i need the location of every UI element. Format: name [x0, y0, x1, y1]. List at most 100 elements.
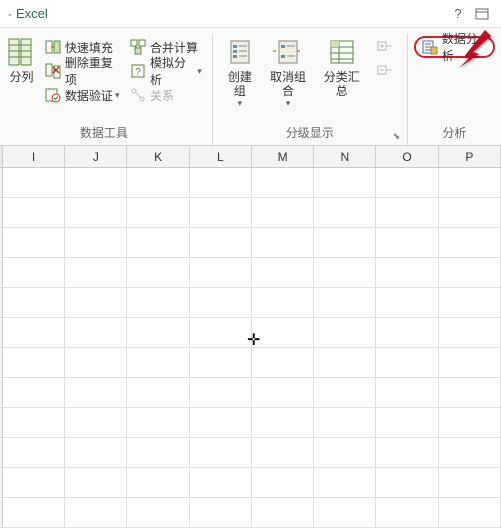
cell[interactable]: [376, 348, 438, 378]
cell[interactable]: [127, 258, 189, 288]
cell[interactable]: [65, 258, 127, 288]
cell[interactable]: [3, 288, 65, 318]
cell[interactable]: [376, 228, 438, 258]
cell[interactable]: [190, 318, 252, 348]
cell[interactable]: [439, 258, 501, 288]
col-header[interactable]: K: [127, 146, 189, 167]
cell[interactable]: [376, 198, 438, 228]
cell[interactable]: [252, 408, 314, 438]
cell[interactable]: [439, 198, 501, 228]
cell[interactable]: [439, 318, 501, 348]
cell[interactable]: [314, 288, 376, 318]
cell[interactable]: [439, 168, 501, 198]
text-to-columns-button[interactable]: 分列: [2, 34, 41, 86]
cell[interactable]: [376, 258, 438, 288]
cell[interactable]: [127, 378, 189, 408]
cell[interactable]: [65, 408, 127, 438]
cell[interactable]: [252, 198, 314, 228]
cell[interactable]: [190, 288, 252, 318]
cell[interactable]: [314, 408, 376, 438]
col-header[interactable]: N: [314, 146, 376, 167]
cell[interactable]: [190, 228, 252, 258]
col-header[interactable]: L: [190, 146, 252, 167]
cell[interactable]: [3, 408, 65, 438]
cell[interactable]: [439, 498, 501, 528]
cell[interactable]: [314, 318, 376, 348]
cell[interactable]: [65, 228, 127, 258]
ungroup-button[interactable]: 取消组合 ▾: [261, 34, 315, 111]
cell[interactable]: [252, 348, 314, 378]
cell[interactable]: [314, 378, 376, 408]
cell[interactable]: [314, 168, 376, 198]
cell[interactable]: [65, 378, 127, 408]
cell[interactable]: [127, 198, 189, 228]
cell[interactable]: [3, 468, 65, 498]
create-group-button[interactable]: 创建组 ▾: [219, 34, 261, 111]
cell[interactable]: [127, 318, 189, 348]
cell[interactable]: [127, 468, 189, 498]
cell[interactable]: [3, 168, 65, 198]
cell[interactable]: [376, 288, 438, 318]
cell[interactable]: [127, 228, 189, 258]
cell[interactable]: [190, 498, 252, 528]
cell[interactable]: [190, 258, 252, 288]
cell-grid[interactable]: [0, 168, 501, 528]
dialog-launcher-icon[interactable]: ⬊: [393, 131, 403, 141]
cell[interactable]: [376, 378, 438, 408]
cell[interactable]: [314, 228, 376, 258]
cell[interactable]: [3, 498, 65, 528]
cell[interactable]: [314, 258, 376, 288]
cell[interactable]: [252, 438, 314, 468]
cell[interactable]: [439, 378, 501, 408]
data-validation-button[interactable]: 数据验证 ▾: [41, 84, 126, 106]
cell[interactable]: [314, 198, 376, 228]
cell[interactable]: [3, 318, 65, 348]
cell[interactable]: [439, 408, 501, 438]
cell[interactable]: [314, 498, 376, 528]
col-header[interactable]: M: [252, 146, 314, 167]
cell[interactable]: [439, 348, 501, 378]
remove-duplicates-button[interactable]: 删除重复项: [41, 60, 126, 82]
cell[interactable]: [65, 468, 127, 498]
worksheet[interactable]: I J K L M N O P: [0, 146, 501, 528]
cell[interactable]: [252, 258, 314, 288]
ribbon-display-button[interactable]: [471, 4, 493, 24]
cell[interactable]: [252, 498, 314, 528]
cell[interactable]: [439, 438, 501, 468]
cell[interactable]: [127, 498, 189, 528]
cell[interactable]: [314, 468, 376, 498]
cell[interactable]: [65, 318, 127, 348]
cell[interactable]: [3, 228, 65, 258]
cell[interactable]: [65, 438, 127, 468]
cell[interactable]: [65, 348, 127, 378]
cell[interactable]: [3, 348, 65, 378]
cell[interactable]: [3, 198, 65, 228]
help-button[interactable]: ?: [447, 4, 469, 24]
cell[interactable]: [65, 498, 127, 528]
cell[interactable]: [65, 288, 127, 318]
cell[interactable]: [127, 438, 189, 468]
cell[interactable]: [190, 468, 252, 498]
cell[interactable]: [252, 318, 314, 348]
cell[interactable]: [252, 228, 314, 258]
cell[interactable]: [190, 348, 252, 378]
cell[interactable]: [439, 228, 501, 258]
cell[interactable]: [252, 378, 314, 408]
cell[interactable]: [3, 438, 65, 468]
cell[interactable]: [65, 168, 127, 198]
cell[interactable]: [439, 288, 501, 318]
col-header[interactable]: O: [376, 146, 438, 167]
col-header[interactable]: P: [439, 146, 501, 167]
cell[interactable]: [190, 198, 252, 228]
cell[interactable]: [127, 168, 189, 198]
cell[interactable]: [127, 348, 189, 378]
cell[interactable]: [190, 378, 252, 408]
cell[interactable]: [376, 438, 438, 468]
cell[interactable]: [252, 468, 314, 498]
cell[interactable]: [127, 288, 189, 318]
cell[interactable]: [127, 408, 189, 438]
cell[interactable]: [252, 168, 314, 198]
cell[interactable]: [439, 468, 501, 498]
cell[interactable]: [376, 168, 438, 198]
cell[interactable]: [314, 348, 376, 378]
